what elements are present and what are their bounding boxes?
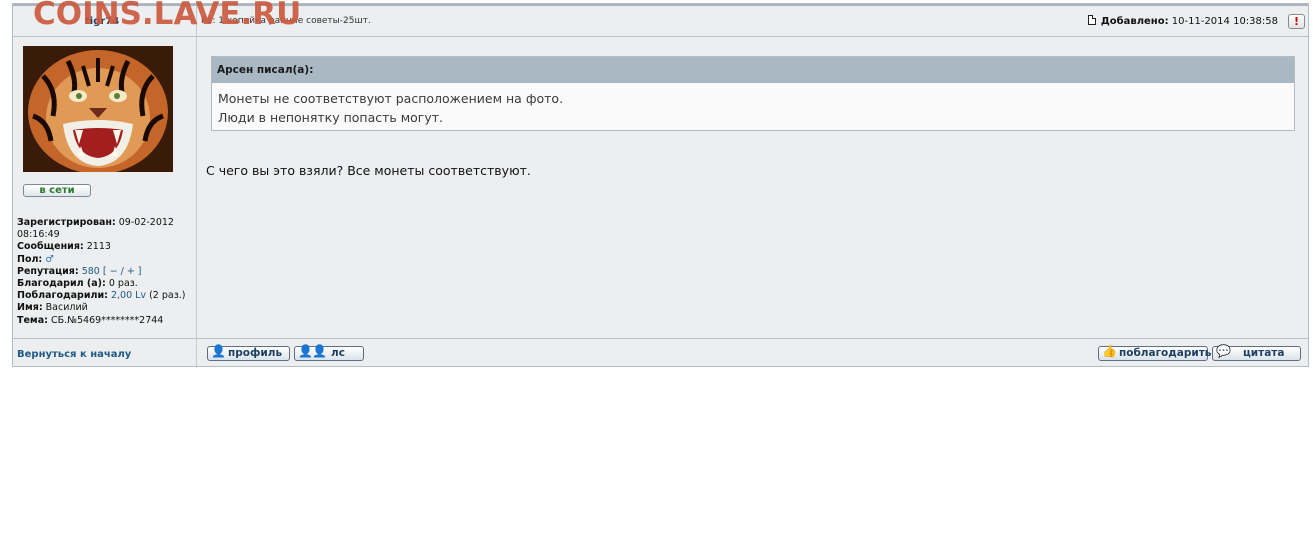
quote-line: Монеты не соответствуют расположением на… — [218, 91, 564, 106]
forum-post: tigr74 Re: 1 копейка ранние советы-25шт.… — [12, 3, 1309, 368]
thanked-line: Благодарил (а): 0 раз. — [17, 278, 138, 290]
reputation-line: Репутация: 580 [ − / + ] — [17, 265, 142, 277]
post-footer: Вернуться к началу 👤 профиль 👤 👤 лс 👍 поблаг… — [13, 338, 1308, 368]
quote-line: Люди в непонятку попасть могут. — [218, 109, 444, 125]
post-content: Арсен писал(а): Монеты не соответствуют … — [197, 37, 1308, 338]
thanked-by-link[interactable]: 2,00 Lv — [111, 290, 146, 301]
post-message: С чего вы это взяли? Все монеты соответс… — [206, 163, 531, 178]
topic-line: Тема: СБ.№5469********2744 — [17, 314, 164, 326]
profile-button[interactable]: 👤 профиль — [207, 344, 290, 361]
reputation-value-link[interactable]: 580 — [82, 266, 100, 277]
post-document-icon[interactable] — [1087, 15, 1096, 25]
thanked-by-line: Поблагодарили: 2,00 Lv (2 раз.) — [17, 290, 186, 302]
speech-bubble-icon: 💬 — [1216, 344, 1231, 358]
gender-line: Пол: ♂ — [17, 253, 54, 265]
added-value: 10-11-2014 10:38:58 — [1171, 16, 1278, 27]
online-status-button[interactable]: в сети — [23, 184, 91, 197]
user-icon: 👤 — [312, 344, 327, 358]
quote-body: Монеты не соответствуют расположением на… — [212, 83, 1294, 127]
reputation-vote-controls[interactable]: [ − / + ] — [103, 266, 142, 277]
quote-button[interactable]: 💬 цитата — [1212, 344, 1301, 361]
tiger-avatar-image — [23, 46, 173, 172]
back-to-top-link[interactable]: Вернуться к началу — [17, 349, 131, 360]
user-avatar — [23, 46, 173, 172]
name-line: Имя: Василий — [17, 302, 88, 314]
thumbs-up-icon: 👍 — [1102, 344, 1117, 358]
user-icon: 👤 — [211, 344, 226, 358]
messages-line: Сообщения: 2113 — [17, 241, 111, 253]
user-profile-info: Зарегистрирован: 09-02-2012 08:16:49 Соо… — [17, 217, 193, 327]
quote-block: Арсен писал(а): Монеты не соответствуют … — [211, 56, 1295, 131]
registered-line: Зарегистрирован: 09-02-2012 08:16:49 — [17, 217, 174, 241]
private-message-button[interactable]: 👤 👤 лс — [294, 344, 364, 361]
post-date: Добавлено: 10-11-2014 10:38:58 — [1087, 15, 1278, 27]
user-sidebar: в сети Зарегистрирован: 09-02-2012 08:16… — [13, 37, 197, 338]
user-icon: 👤 — [298, 344, 313, 358]
quote-author: Арсен писал(а): — [212, 57, 1294, 83]
male-symbol-icon: ♂ — [45, 253, 54, 265]
site-watermark: COINS.LAVE.RU — [33, 0, 302, 32]
post-body-row: в сети Зарегистрирован: 09-02-2012 08:16… — [13, 37, 1308, 338]
added-label: Добавлено: — [1100, 16, 1169, 27]
thank-button[interactable]: 👍 поблагодарить — [1098, 344, 1211, 361]
column-divider — [196, 339, 197, 368]
report-button[interactable]: ! — [1288, 14, 1305, 29]
